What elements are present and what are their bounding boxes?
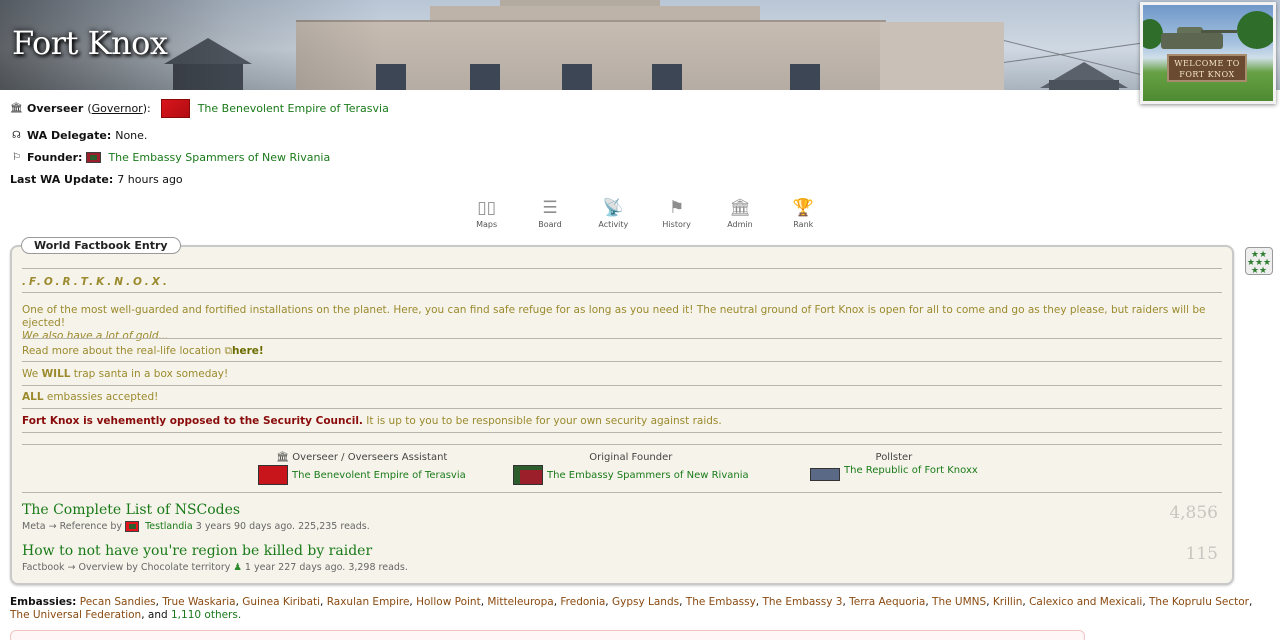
governor-link[interactable]: Governor xyxy=(92,102,143,115)
dispatch-item: How to not have you're region be killed … xyxy=(22,543,408,573)
officer-flag[interactable] xyxy=(513,465,543,485)
wa-laurel-icon: ☊ xyxy=(12,130,21,141)
officer-nation-link[interactable]: The Embassy Spammers of New Rivania xyxy=(547,470,749,481)
dispatch-item: The Complete List of NSCodes Meta → Refe… xyxy=(22,502,370,532)
trophy-icon: 🏆 xyxy=(792,198,814,218)
embassy-link[interactable]: Guinea Kiribati xyxy=(242,596,320,608)
last-update-value: 7 hours ago xyxy=(117,173,183,186)
region-title: Fort Knox xyxy=(12,24,168,62)
region-banner xyxy=(0,0,1280,90)
wa-delegate-line: ☊ WA Delegate: None. xyxy=(10,129,147,142)
embassy-link[interactable]: Raxulan Empire xyxy=(327,596,410,608)
officer-flag[interactable] xyxy=(810,468,840,481)
history-flag-icon: ⚑ xyxy=(669,198,685,218)
officer-pollster: Pollster The Republic of Fort Knoxx xyxy=(810,452,978,481)
nav-rank[interactable]: 🏆 Rank xyxy=(772,198,835,229)
embassy-link[interactable]: Krillin xyxy=(993,596,1023,608)
embassy-link[interactable]: Mitteleuropa xyxy=(487,596,553,608)
embassy-link[interactable]: The Koprulu Sector xyxy=(1149,596,1249,608)
wa-delegate-label: WA Delegate: xyxy=(27,129,112,142)
embassy-link[interactable]: Fredonia xyxy=(560,596,605,608)
read-more-link[interactable]: here! xyxy=(232,345,264,357)
embassy-link[interactable]: The Embassy xyxy=(686,596,756,608)
embassy-link[interactable]: True Waskaria xyxy=(162,596,235,608)
officer-founder: Original Founder The Embassy Spammers of… xyxy=(513,452,749,485)
overseer-nation-link[interactable]: The Benevolent Empire of Terasvia xyxy=(198,102,389,115)
activity-icon: 📡 xyxy=(602,198,624,218)
dispatch-author-text[interactable]: Chocolate territory xyxy=(141,562,230,573)
founder-flag-icon: ⚐ xyxy=(12,152,21,163)
officer-overseer: 🏛 Overseer / Overseers Assistant The Ben… xyxy=(258,452,466,485)
embassies-list: Embassies: Pecan Sandies, True Waskaria,… xyxy=(10,596,1253,621)
embassy-link[interactable]: Pecan Sandies xyxy=(80,596,156,608)
santa-line: We WILL trap santa in a box someday! xyxy=(22,368,229,380)
embassies-others-link[interactable]: 1,110 others. xyxy=(171,609,241,621)
nav-maps[interactable]: ▯▯ Maps xyxy=(455,198,518,229)
founder-line: ⚐ Founder: The Embassy Spammers of New R… xyxy=(10,151,330,164)
embassy-link[interactable]: Calexico and Mexicali xyxy=(1029,596,1142,608)
officer-nation-link[interactable]: The Republic of Fort Knoxx xyxy=(844,465,978,476)
nav-board[interactable]: ☰ Board xyxy=(518,198,581,229)
nav-history[interactable]: ⚑ History xyxy=(645,198,708,229)
factbook-heading: .F.O.R.T.K.N.O.X. xyxy=(22,276,170,288)
map-icon: ▯▯ xyxy=(477,198,497,218)
embassy-link[interactable]: The Embassy 3 xyxy=(762,596,842,608)
embassy-link[interactable]: The UMNS xyxy=(932,596,986,608)
dispatch-author-link[interactable]: Testlandia xyxy=(145,521,193,532)
board-icon: ☰ xyxy=(542,198,558,218)
nav-admin[interactable]: 🏛 Admin xyxy=(708,198,771,229)
embassy-link[interactable]: Terra Aequoria xyxy=(849,596,925,608)
governor-icon: 🏛 xyxy=(10,103,23,114)
bottom-panel xyxy=(10,630,1085,640)
dispatch-title-link[interactable]: How to not have you're region be killed … xyxy=(22,543,408,559)
last-update-label: Last WA Update: xyxy=(10,173,114,186)
external-link-icon: ⧉ xyxy=(224,345,232,357)
officers-row: 🏛 Overseer / Overseers Assistant The Ben… xyxy=(0,452,1280,488)
embassy-link[interactable]: The Universal Federation xyxy=(10,609,141,621)
admin-building-icon: 🏛 xyxy=(729,198,751,218)
author-flag[interactable] xyxy=(125,521,140,532)
overseer-flag[interactable] xyxy=(160,99,190,118)
person-icon: ♟ xyxy=(233,562,242,573)
officer-role-icon: 🏛 xyxy=(276,452,290,463)
founder-label: Founder: xyxy=(27,151,83,164)
dispatch-score: 115 xyxy=(1185,544,1218,564)
endorse-stars-icon[interactable]: ★★ ★★★ ★★ xyxy=(1245,247,1273,276)
last-update-line: Last WA Update: 7 hours ago xyxy=(10,173,183,186)
embassies-label: Embassies: xyxy=(10,596,77,608)
founder-nation-link[interactable]: The Embassy Spammers of New Rivania xyxy=(108,151,330,164)
embassy-policy-line: ALL embassies accepted! xyxy=(22,391,159,403)
founder-flag[interactable] xyxy=(86,152,102,163)
officer-flag[interactable] xyxy=(258,465,288,485)
read-more-line: Read more about the real-life location ⧉… xyxy=(22,345,264,357)
dispatch-title-link[interactable]: The Complete List of NSCodes xyxy=(22,502,370,518)
overseer-label: Overseer xyxy=(27,102,84,115)
factbook-tab: World Factbook Entry xyxy=(21,237,181,254)
dispatch-score: 4,856 xyxy=(1169,503,1218,523)
flag-sign-text: WELCOME TO FORT KNOX xyxy=(1167,54,1247,82)
overseer-line: 🏛 Overseer (Governor): The Benevolent Em… xyxy=(10,99,389,118)
wa-delegate-value: None. xyxy=(115,129,148,142)
security-line: Fort Knox is vehemently opposed to the S… xyxy=(22,415,722,427)
nav-activity[interactable]: 📡 Activity xyxy=(582,198,645,229)
embassy-link[interactable]: Hollow Point xyxy=(416,596,481,608)
officer-nation-link[interactable]: The Benevolent Empire of Terasvia xyxy=(292,470,466,481)
region-flag-image[interactable]: WELCOME TO FORT KNOX xyxy=(1140,2,1276,104)
embassy-link[interactable]: Gypsy Lands xyxy=(612,596,679,608)
region-nav: ▯▯ Maps ☰ Board 📡 Activity ⚑ History 🏛 A… xyxy=(455,198,835,229)
